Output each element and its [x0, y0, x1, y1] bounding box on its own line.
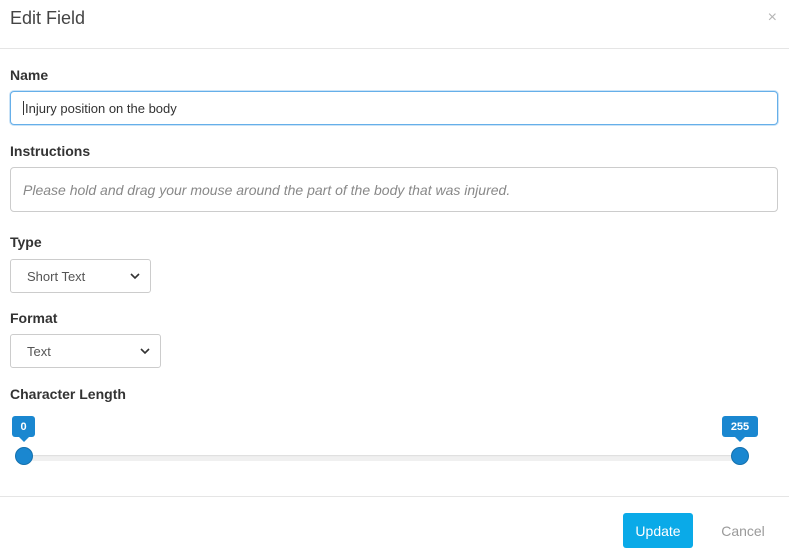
slider-min-tooltip: 0: [12, 416, 35, 442]
name-input[interactable]: Injury position on the body: [10, 91, 778, 125]
character-length-slider-track[interactable]: [24, 455, 740, 461]
name-label: Name: [10, 67, 49, 83]
format-select[interactable]: Text: [10, 334, 161, 368]
chevron-down-icon: [140, 347, 150, 355]
type-select-value: Short Text: [27, 268, 86, 284]
edit-field-dialog: Edit Field × Name Injury position on the…: [0, 0, 789, 554]
instructions-label: Instructions: [10, 143, 91, 159]
update-button[interactable]: Update: [623, 513, 693, 548]
instructions-placeholder: Please hold and drag your mouse around t…: [23, 181, 511, 198]
cancel-button[interactable]: Cancel: [711, 513, 775, 548]
text-caret: [23, 101, 24, 115]
dialog-header: Edit Field ×: [0, 0, 789, 49]
slider-max-handle[interactable]: [731, 447, 749, 465]
character-length-label: Character Length: [10, 386, 126, 402]
name-input-value: Injury position on the body: [25, 100, 177, 116]
close-icon[interactable]: ×: [768, 8, 777, 28]
dialog-title: Edit Field: [10, 8, 86, 28]
slider-min-handle[interactable]: [15, 447, 33, 465]
chevron-down-icon: [130, 272, 140, 280]
format-label: Format: [10, 310, 58, 326]
type-select[interactable]: Short Text: [10, 259, 151, 293]
dialog-footer: Update Cancel: [0, 496, 789, 554]
instructions-input[interactable]: Please hold and drag your mouse around t…: [10, 167, 778, 212]
type-label: Type: [10, 234, 42, 250]
slider-max-tooltip: 255: [722, 416, 758, 442]
format-select-value: Text: [27, 343, 51, 359]
